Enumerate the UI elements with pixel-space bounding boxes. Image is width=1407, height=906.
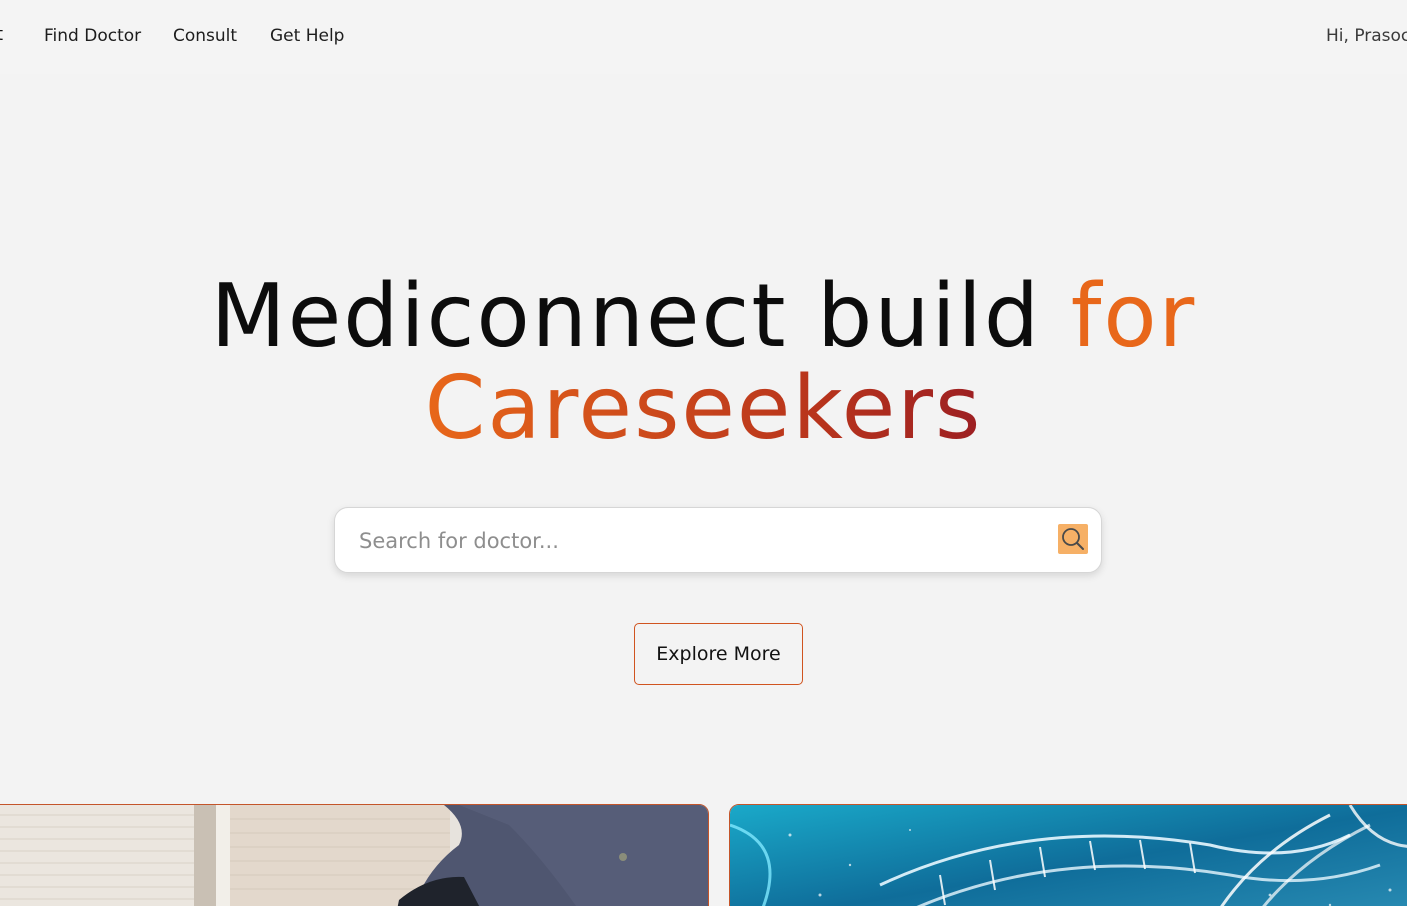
- hero-title-main: Mediconnect build: [210, 265, 1071, 367]
- search-icon: [1062, 528, 1084, 550]
- hero-title-line2: Careseekers: [424, 357, 983, 459]
- search-button[interactable]: [1058, 524, 1088, 554]
- user-greeting[interactable]: Hi, Prasoc: [1326, 26, 1407, 46]
- top-navbar: t Find Doctor Consult Get Help Hi, Praso…: [0, 0, 1407, 74]
- feature-card-patient[interactable]: [0, 804, 709, 906]
- feature-card-dna[interactable]: [729, 804, 1407, 906]
- search-bar: [334, 507, 1102, 573]
- hero-headline: Mediconnect build for Careseekers: [0, 270, 1407, 454]
- dna-helix-photo: [730, 805, 1407, 906]
- nav-link-get-help[interactable]: Get Help: [270, 26, 344, 46]
- patient-photo: [0, 805, 708, 906]
- search-input[interactable]: [357, 522, 1041, 560]
- page: t Find Doctor Consult Get Help Hi, Praso…: [0, 0, 1407, 906]
- explore-more-button[interactable]: Explore More: [634, 623, 803, 685]
- hero-title-accent: for: [1070, 265, 1197, 367]
- nav-link-consult[interactable]: Consult: [173, 26, 237, 46]
- nav-link-find-doctor[interactable]: Find Doctor: [44, 26, 141, 46]
- brand-logo-text[interactable]: t: [0, 24, 3, 45]
